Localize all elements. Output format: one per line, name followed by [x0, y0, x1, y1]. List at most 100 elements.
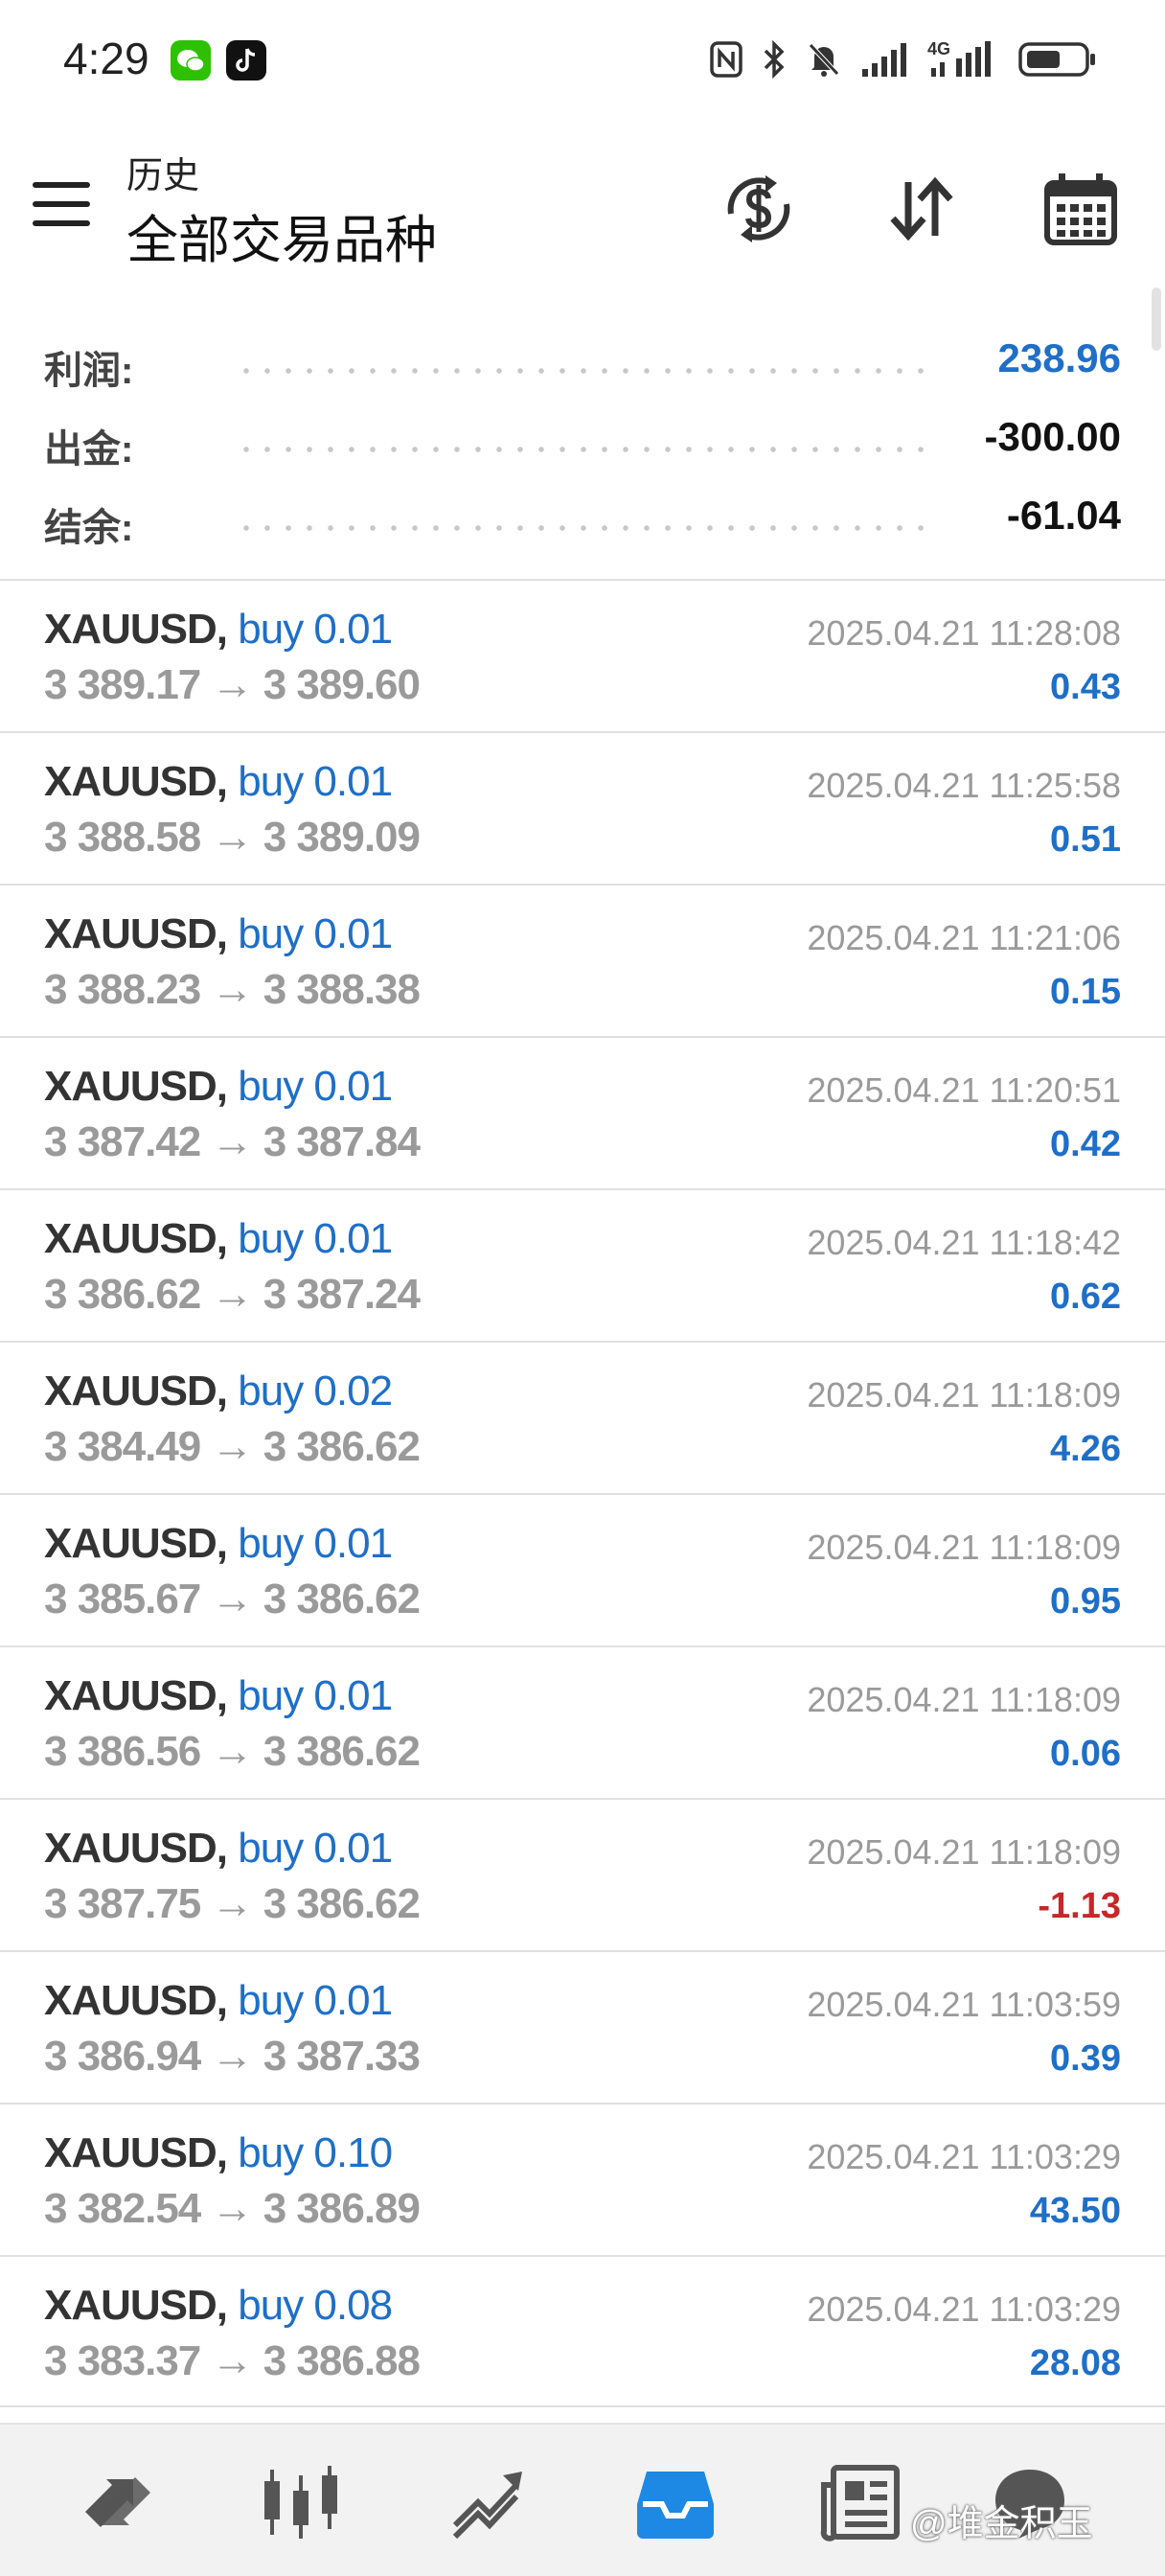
trade-side: buy 0.02 — [238, 1368, 393, 1414]
summary-label: 利润: — [44, 350, 134, 392]
trade-history-list: XAUUSD, buy 0.01 3 389.17 → 3 389.60 202… — [0, 579, 1165, 2407]
dollar-exchange-icon[interactable] — [713, 163, 805, 255]
trade-profit: 28.08 — [1029, 2343, 1121, 2383]
trade-row[interactable]: XAUUSD, buy 0.01 3 388.58 → 3 389.09 202… — [0, 731, 1165, 884]
trade-row[interactable]: XAUUSD, buy 0.10 3 382.54 → 3 386.89 202… — [0, 2103, 1165, 2255]
trade-side: buy 0.01 — [238, 606, 393, 653]
trade-row[interactable]: XAUUSD, buy 0.02 3 384.49 → 3 386.62 202… — [0, 1341, 1165, 1493]
trade-row[interactable]: XAUUSD, buy 0.01 3 386.94 → 3 387.33 202… — [0, 1950, 1165, 2103]
signal-4g-icon: 4G — [927, 39, 1000, 80]
trade-prices: 3 386.62 → 3 387.24 — [44, 1271, 421, 1318]
dotted-leader — [236, 368, 929, 374]
summary-panel: 利润: 238.96 出金: -300.00 结余: -61.04 — [0, 316, 1165, 575]
trade-row[interactable]: XAUUSD, buy 0.01 3 385.67 → 3 386.62 202… — [0, 1493, 1165, 1645]
trade-symbol-line: XAUUSD, buy 0.01 — [44, 1825, 393, 1873]
trade-symbol: XAUUSD, — [44, 1063, 228, 1110]
trade-prices: 3 386.56 → 3 386.62 — [44, 1728, 421, 1775]
bluetooth-icon — [764, 40, 785, 79]
signal-icon — [862, 43, 906, 77]
trade-symbol: XAUUSD, — [44, 1520, 228, 1567]
summary-value: 238.96 — [997, 335, 1121, 380]
trade-time: 2025.04.21 11:03:59 — [807, 1985, 1121, 2024]
trade-side: buy 0.01 — [238, 910, 393, 957]
trade-symbol: XAUUSD, — [44, 2282, 228, 2329]
trade-profit: -1.13 — [1038, 1886, 1121, 1926]
trade-side: buy 0.01 — [238, 1063, 393, 1110]
trade-side: buy 0.08 — [238, 2282, 393, 2329]
trade-side: buy 0.01 — [238, 758, 393, 805]
sort-icon[interactable] — [876, 163, 968, 255]
page-subtitle: 历史 — [126, 156, 200, 196]
trade-prices: 3 387.42 → 3 387.84 — [44, 1118, 421, 1165]
trade-symbol: XAUUSD, — [44, 1215, 228, 1262]
trade-profit: 4.26 — [1050, 1429, 1121, 1469]
trade-time: 2025.04.21 11:18:09 — [807, 1375, 1121, 1414]
trade-prices: 3 386.94 → 3 387.33 — [44, 2033, 421, 2080]
trade-side: buy 0.01 — [238, 1672, 393, 1719]
trade-time: 2025.04.21 11:03:29 — [807, 2289, 1121, 2329]
trade-row[interactable]: XAUUSD, buy 0.01 3 386.62 → 3 387.24 202… — [0, 1188, 1165, 1341]
trade-symbol-line: XAUUSD, buy 0.10 — [44, 2129, 393, 2177]
trade-row[interactable]: XAUUSD, buy 0.01 3 386.56 → 3 386.62 202… — [0, 1645, 1165, 1798]
trade-time: 2025.04.21 11:03:29 — [807, 2137, 1121, 2176]
calendar-icon[interactable] — [1035, 163, 1127, 255]
scrollbar[interactable] — [1152, 288, 1161, 351]
menu-icon-bar — [33, 182, 90, 188]
trade-row[interactable]: XAUUSD, buy 0.01 3 387.42 → 3 387.84 202… — [0, 1036, 1165, 1188]
page-title[interactable]: 全部交易品种 — [126, 197, 437, 273]
trade-profit: 0.43 — [1050, 667, 1121, 707]
trade-row[interactable]: XAUUSD, buy 0.01 3 389.17 → 3 389.60 202… — [0, 579, 1165, 731]
menu-icon-bar — [33, 220, 90, 226]
menu-icon-bar — [33, 201, 90, 207]
trade-symbol-line: XAUUSD, buy 0.01 — [44, 1520, 393, 1568]
battery-icon — [1018, 42, 1095, 77]
trade-profit: 43.50 — [1029, 2191, 1121, 2231]
trade-row[interactable]: XAUUSD, buy 0.01 3 388.23 → 3 388.38 202… — [0, 884, 1165, 1036]
trade-prices: 3 387.75 → 3 386.62 — [44, 1880, 421, 1927]
chart-icon[interactable] — [259, 2459, 345, 2545]
trade-symbol: XAUUSD, — [44, 1825, 228, 1872]
trade-time: 2025.04.21 11:18:09 — [807, 1528, 1121, 1567]
nfc-icon — [710, 41, 742, 78]
trade-prices: 3 388.58 → 3 389.09 — [44, 814, 421, 861]
trade-symbol: XAUUSD, — [44, 1368, 228, 1414]
trade-prices: 3 383.37 → 3 386.88 — [44, 2337, 421, 2384]
menu-button[interactable] — [33, 182, 92, 230]
wechat-icon — [171, 40, 211, 80]
trade-symbol: XAUUSD, — [44, 2129, 228, 2176]
trade-time: 2025.04.21 11:18:42 — [807, 1223, 1121, 1262]
status-bar: 4:29 4G — [0, 0, 1165, 115]
trade-time: 2025.04.21 11:28:08 — [807, 613, 1121, 653]
watermark-text: @堆金积玉 — [910, 2504, 1093, 2544]
mute-icon — [809, 43, 839, 77]
trade-symbol-line: XAUUSD, buy 0.01 — [44, 1215, 393, 1263]
trade-time: 2025.04.21 11:18:09 — [807, 1680, 1121, 1719]
app-header: 历史 全部交易品种 — [0, 134, 1165, 278]
trade-row[interactable]: XAUUSD, buy 0.01 3 387.75 → 3 386.62 202… — [0, 1798, 1165, 1950]
history-icon[interactable] — [632, 2459, 719, 2545]
summary-label: 出金: — [44, 428, 134, 471]
trade-prices: 3 382.54 → 3 386.89 — [44, 2185, 421, 2232]
trade-side: buy 0.01 — [238, 1825, 393, 1872]
news-icon[interactable] — [818, 2459, 904, 2545]
summary-label: 结余: — [44, 507, 134, 549]
trade-side: buy 0.10 — [238, 2129, 393, 2176]
trade-prices: 3 389.17 → 3 389.60 — [44, 661, 421, 708]
bottom-navigation: @堆金积玉 — [0, 2423, 1165, 2576]
trade-time: 2025.04.21 11:25:58 — [807, 766, 1121, 805]
summary-row-profit: 利润: 238.96 — [44, 334, 1121, 392]
trade-symbol-line: XAUUSD, buy 0.02 — [44, 1368, 393, 1415]
trade-row[interactable]: XAUUSD, buy 0.08 3 383.37 → 3 386.88 202… — [0, 2255, 1165, 2407]
trade-symbol: XAUUSD, — [44, 910, 228, 957]
trade-profit: 0.06 — [1050, 1734, 1121, 1774]
summary-row-withdrawal: 出金: -300.00 — [44, 412, 1121, 471]
summary-value: -300.00 — [984, 414, 1121, 459]
quotes-icon[interactable] — [75, 2459, 161, 2545]
trade-prices: 3 388.23 → 3 388.38 — [44, 966, 421, 1013]
trade-symbol: XAUUSD, — [44, 1977, 228, 2024]
trade-icon[interactable] — [445, 2459, 531, 2545]
dotted-leader — [236, 447, 929, 452]
trade-symbol: XAUUSD, — [44, 758, 228, 805]
trade-symbol: XAUUSD, — [44, 606, 228, 653]
trade-profit: 0.95 — [1050, 1581, 1121, 1622]
